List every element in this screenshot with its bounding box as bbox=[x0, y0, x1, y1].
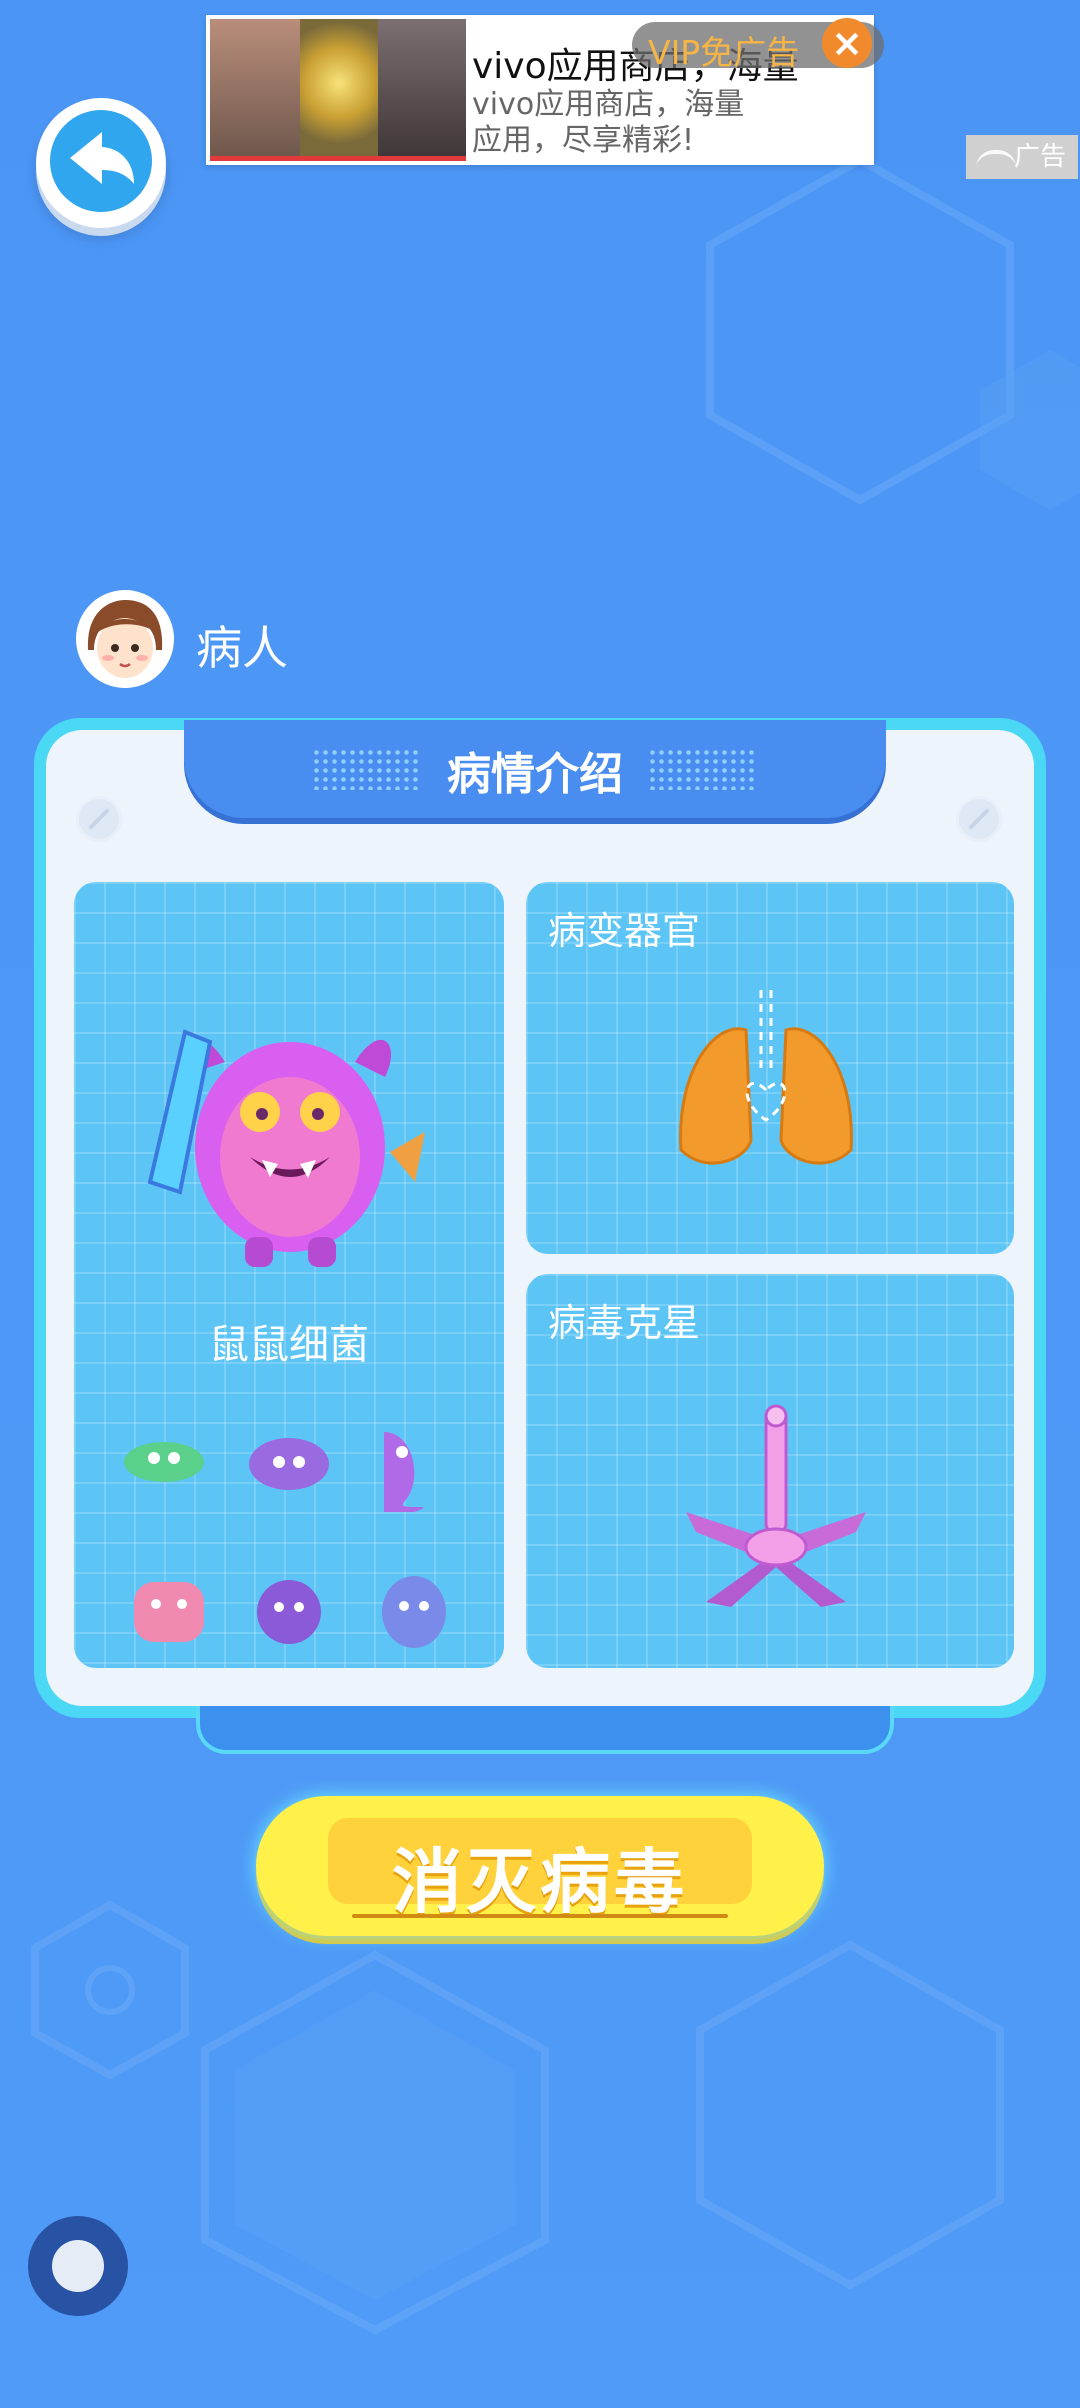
screw-icon bbox=[956, 796, 1002, 842]
purple-worm-germ-icon bbox=[384, 1432, 424, 1512]
lungs-icon bbox=[679, 990, 853, 1165]
organ-label: 病变器官 bbox=[548, 909, 701, 953]
panel-title: 病情介绍 bbox=[447, 749, 623, 800]
kill-virus-button[interactable]: 消灭病毒 bbox=[256, 1796, 824, 1936]
pink-germ-icon bbox=[134, 1582, 204, 1642]
ad-close-icon[interactable]: × bbox=[822, 18, 872, 68]
virus-nemesis-card: 病毒克星 bbox=[526, 1274, 1014, 1668]
bacteria-name: 鼠鼠细菌 bbox=[209, 1322, 369, 1368]
floating-assistant-button[interactable] bbox=[28, 2216, 128, 2316]
blue-purple-germ-icon bbox=[382, 1576, 446, 1648]
purple-crab-germ-icon bbox=[249, 1438, 329, 1490]
back-arrow-icon bbox=[70, 132, 134, 184]
panel-base bbox=[196, 1706, 894, 1754]
assistant-ball-icon bbox=[52, 2240, 104, 2292]
ad-image bbox=[210, 19, 466, 161]
girl-face-icon bbox=[81, 595, 169, 683]
diseased-organ-card: 病变器官 bbox=[526, 882, 1014, 1254]
ad-tag: 广告 bbox=[966, 135, 1078, 179]
monster-bacteria-icon bbox=[147, 1029, 425, 1267]
green-germ-icon bbox=[124, 1442, 204, 1482]
kill-virus-label: 消灭病毒 bbox=[392, 1841, 688, 1923]
nemesis-label: 病毒克星 bbox=[548, 1301, 701, 1345]
ad-logo-icon bbox=[976, 150, 1016, 168]
vip-label: VIP免广告 bbox=[648, 33, 800, 72]
purple-spiky-germ-icon bbox=[257, 1580, 321, 1644]
germ-variants bbox=[124, 1432, 446, 1648]
back-button[interactable] bbox=[36, 98, 166, 228]
disinfection-tower-icon bbox=[686, 1404, 866, 1607]
panel-header: 病情介绍 bbox=[184, 720, 886, 818]
patient-label: 病人 bbox=[196, 621, 288, 675]
ad-description: vivo应用商店，海量应用，尽享精彩! bbox=[472, 87, 745, 158]
bacteria-card: 鼠鼠细菌 bbox=[74, 882, 504, 1668]
patient-avatar bbox=[76, 590, 174, 688]
screw-icon bbox=[76, 796, 122, 842]
